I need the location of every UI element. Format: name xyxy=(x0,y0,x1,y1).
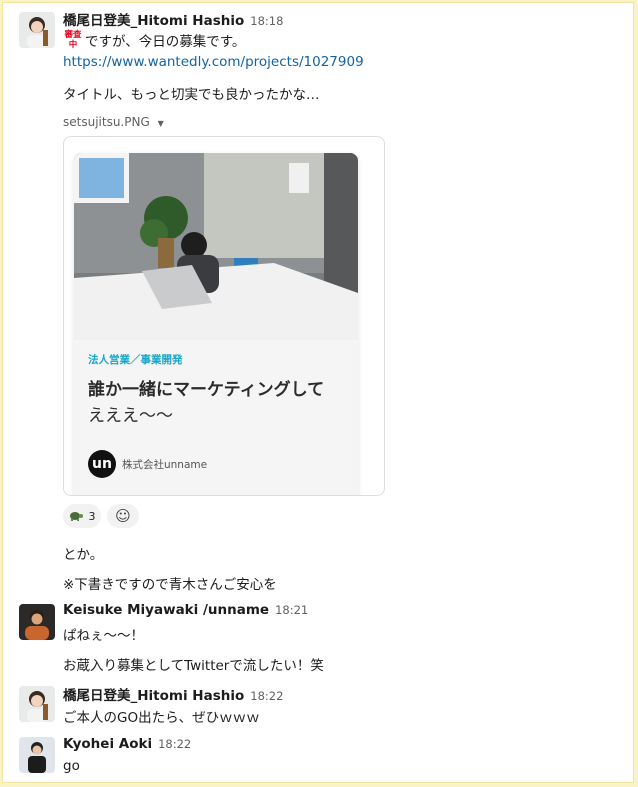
status-badge: 審査中 xyxy=(63,30,83,52)
reaction-count: 3 xyxy=(88,509,96,523)
add-reaction-icon: ☺ xyxy=(115,507,131,525)
message-line: ぱねぇ〜〜！ xyxy=(63,628,144,644)
message-line: ですが、今日の募集です。 xyxy=(85,34,246,50)
add-reaction-button[interactable]: ☺ xyxy=(107,504,139,528)
avatar-hitomi[interactable] xyxy=(19,686,55,722)
message-author[interactable]: 橋尾日登美_Hitomi Hashio 18:22 xyxy=(63,684,283,704)
attachment-preview[interactable]: 法人営業／事業開発 誰か一緒にマーケティングして えええ〜〜 un 株式会社un… xyxy=(63,136,385,496)
author-name[interactable]: Kyohei Aoki xyxy=(63,736,152,752)
job-title-line: 誰か一緒にマーケティングして xyxy=(88,380,325,400)
author-name[interactable]: Keisuke Miyawaki /unname xyxy=(63,602,269,618)
message-line: go xyxy=(63,758,80,774)
message-author[interactable]: Kyohei Aoki 18:22 xyxy=(63,736,191,752)
attachment-filename[interactable]: setsujitsu.PNG ▼ xyxy=(63,115,164,129)
avatar-kyohei[interactable] xyxy=(19,737,55,773)
avatar-keisuke[interactable] xyxy=(19,604,55,640)
company-logo-text: un xyxy=(92,456,112,472)
office-photo xyxy=(74,153,358,340)
message-timestamp[interactable]: 18:18 xyxy=(250,14,283,28)
job-card[interactable]: 法人営業／事業開発 誰か一緒にマーケティングして えええ〜〜 un 株式会社un… xyxy=(74,153,358,495)
project-link[interactable]: https://www.wantedly.com/projects/102790… xyxy=(63,54,364,70)
message-line: お蔵入り募集としてTwitterで流したい！笑 xyxy=(63,658,324,674)
company-logo: un xyxy=(88,450,116,478)
message-timestamp[interactable]: 18:22 xyxy=(158,737,191,751)
badge-label: 審査中 xyxy=(64,30,82,50)
message-author[interactable]: 橋尾日登美_Hitomi Hashio 18:18 xyxy=(63,9,283,29)
avatar-hitomi[interactable] xyxy=(19,12,55,48)
message-text: 審査中 ですが、今日の募集です。 xyxy=(63,30,245,52)
turtle-icon xyxy=(69,511,83,521)
caret-down-icon[interactable]: ▼ xyxy=(158,119,164,128)
filename-label[interactable]: setsujitsu.PNG xyxy=(63,115,150,129)
message-line: とか。 xyxy=(63,547,104,563)
author-name[interactable]: 橋尾日登美_Hitomi Hashio xyxy=(63,13,244,29)
job-title[interactable]: 誰か一緒にマーケティングして えええ〜〜 xyxy=(88,377,324,429)
message-author[interactable]: Keisuke Miyawaki /unname 18:21 xyxy=(63,602,308,618)
message-line: タイトル、もっと切実でも良かったかな… xyxy=(63,87,320,103)
message-timestamp[interactable]: 18:22 xyxy=(250,689,283,703)
message-timestamp[interactable]: 18:21 xyxy=(275,603,308,617)
message-line: ※下書きですので青木さんご安心を xyxy=(63,577,277,593)
message-pane: 橋尾日登美_Hitomi Hashio 18:18 審査中 ですが、今日の募集です… xyxy=(2,2,634,783)
reaction-turtle[interactable]: 3 xyxy=(63,504,101,528)
job-category: 法人営業／事業開発 xyxy=(88,354,183,366)
message-line: ご本人のGO出たら、ぜひｗｗｗ xyxy=(63,710,260,726)
company-name: 株式会社unname xyxy=(122,459,208,471)
author-name[interactable]: 橋尾日登美_Hitomi Hashio xyxy=(63,688,244,704)
job-title-line: えええ〜〜 xyxy=(88,406,173,426)
